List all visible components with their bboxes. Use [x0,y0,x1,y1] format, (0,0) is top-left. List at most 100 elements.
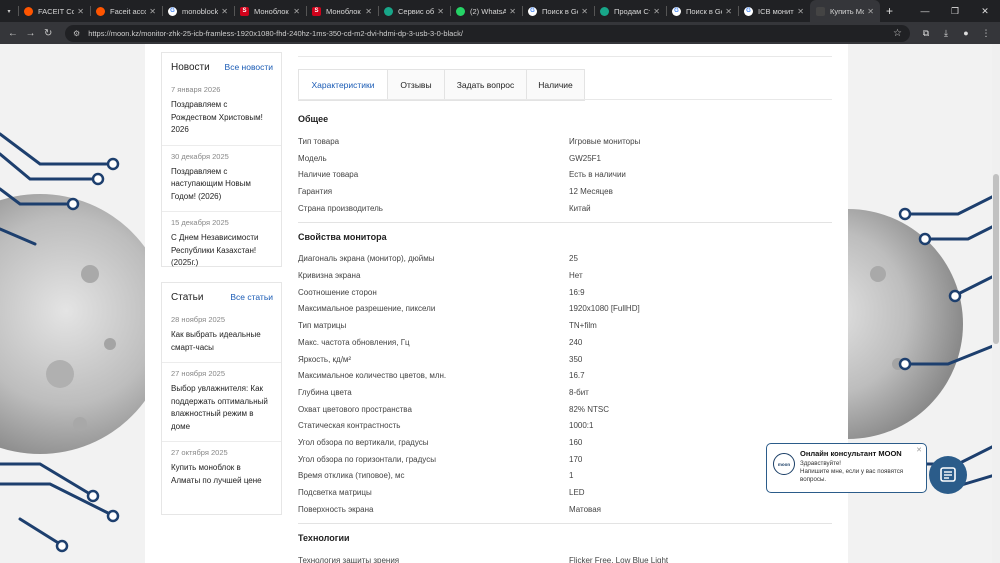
spec-value: 82% NTSC [569,404,610,414]
forward-icon[interactable]: → [22,24,40,42]
news-block: Новости Все новости 7 января 2026 Поздрав… [161,52,282,267]
close-icon[interactable]: ✕ [653,7,660,16]
spec-name: Охват цветового пространства [298,404,412,414]
item-link[interactable]: Выбор увлажнителя: Как поддержать оптима… [171,383,272,433]
spec-value: Нет [569,271,583,281]
close-icon[interactable]: ✕ [725,7,732,16]
news-item[interactable]: 15 декабря 2025 С Днем Независимости Респ… [162,211,281,278]
product-tabs: Характеристики Отзывы Задать вопрос Наличие [298,69,585,101]
site-info-icon[interactable]: ⚙ [73,29,80,38]
reload-icon[interactable]: ↻ [39,24,57,42]
chat-open-button[interactable] [929,456,967,494]
new-tab-button[interactable]: + [886,4,893,18]
profile-icon[interactable]: ● [956,24,976,42]
spec-value: 1 [569,471,574,481]
tab-ask[interactable]: Задать вопрос [444,70,526,100]
spec-name: Статическая контрастность [298,421,401,431]
url-text: https://moon.kz/monitor-zhk-25-icb-framl… [88,28,463,38]
close-icon[interactable]: ✕ [581,7,588,16]
back-icon[interactable]: ← [4,24,22,42]
close-icon[interactable]: ✕ [509,7,516,16]
spec-row: Модель GW25F1 [298,150,832,167]
spec-row: Наличие товара Есть в наличии [298,166,832,183]
google-icon: G [168,6,177,16]
browser-tab-title: Faceit accou [110,6,147,16]
menu-icon[interactable]: ⋮ [976,24,996,42]
tab-availability[interactable]: Наличие [526,70,584,100]
tab-specs[interactable]: Характеристики [299,70,387,100]
address-bar[interactable]: ⚙ https://moon.kz/monitor-zhk-25-icb-fra… [65,24,910,42]
browser-tab[interactable]: G Поиск в Go ✕ [522,0,594,22]
browser-tab[interactable]: Faceit accou✕ [90,0,162,22]
tab-reviews[interactable]: Отзывы [387,70,444,100]
all-articles-link[interactable]: Все статьи [230,292,273,302]
item-link[interactable]: Поздравляем с Рождеством Христовым! 2026 [171,99,272,137]
spec-value: GW25F1 [569,153,602,163]
moon-icon [816,6,825,16]
spec-row: Соотношение сторон 16:9 [298,284,832,301]
article-item[interactable]: 28 ноября 2025 Как выбрать идеальные смар… [162,309,281,362]
spec-name: Гарантия [298,186,333,196]
minimize-icon[interactable]: — [910,0,940,22]
extensions-icon[interactable]: ⧉ [916,24,936,42]
divider [298,522,832,524]
browser-tab[interactable]: G Поиск в Go ✕ [666,0,738,22]
item-date: 27 ноября 2025 [171,369,226,378]
spec-value: 160 [569,438,583,448]
spec-name: Угол обзора по горизонтали, градусы [298,454,436,464]
browser-tab[interactable]: Сервис объ✕ [378,0,450,22]
restore-icon[interactable]: ❐ [940,0,970,22]
all-news-link[interactable]: Все новости [225,62,273,72]
spec-name: Наличие товара [298,170,359,180]
spec-name: Модель [298,153,327,163]
browser-tab[interactable]: ▾ [0,0,18,22]
news-item[interactable]: 7 января 2026 Поздравляем с Рождеством Хр… [162,79,281,145]
close-window-icon[interactable]: ✕ [970,0,1000,22]
close-icon[interactable]: ✕ [797,7,804,16]
divider [298,56,832,57]
spec-row: Угол обзора по вертикали, градусы 160 [298,434,832,451]
item-link[interactable]: Как выбрать идеальные смарт-часы [171,329,272,354]
browser-tab[interactable]: G ICB монитор✕ [738,0,810,22]
item-link[interactable]: Поздравляем с наступающим Новым Годом! (… [171,166,272,204]
close-icon[interactable]: ✕ [437,7,444,16]
article-item[interactable]: 27 ноября 2025 Выбор увлажнителя: Как под… [162,362,281,441]
faceit-icon [24,6,33,16]
page-scrollbar[interactable] [992,44,1000,563]
close-icon[interactable]: ✕ [293,7,300,16]
browser-tab[interactable]: Gmonoblock ✕ [162,0,234,22]
article-item[interactable]: 27 октября 2025 Купить моноблок в Алматы … [162,441,281,495]
browser-tab[interactable]: FACEIT Conv✕ [18,0,90,22]
news-item[interactable]: 30 декабря 2025 Поздравляем с наступающим… [162,144,281,212]
spec-row: Яркость, кд/м² 350 [298,351,832,368]
chat-popup[interactable]: moon Онлайн консультант MOON Здравствуйт… [766,443,927,493]
articles-block: Статьи Все статьи 28 ноября 2025 Как выбр… [161,282,282,515]
faceit-icon [96,6,105,16]
close-icon[interactable]: ✕ [365,7,372,16]
moon-circuit-decoration [0,44,150,563]
browser-tab-title: (2) WhatsAp [470,6,507,16]
spec-row: Поверхность экрана Матовая [298,501,832,518]
close-icon[interactable]: ✕ [77,7,84,16]
close-icon[interactable]: ✕ [867,7,874,16]
spec-value: Есть в наличии [569,170,626,180]
browser-tab[interactable]: Продам Ст ✕ [594,0,666,22]
chat-greeting: Здравствуйте! [800,460,842,467]
item-link[interactable]: Купить моноблок в Алматы по лучшей цене [171,462,272,487]
news-title: Новости [171,62,210,73]
browser-tab[interactable]: S Моноблок ✕ [306,0,378,22]
spec-name: Поверхность экрана [298,504,374,514]
spec-name: Диагональ экрана (монитор), дюймы [298,254,435,264]
close-icon[interactable]: ✕ [916,446,922,454]
scrollbar-thumb[interactable] [993,174,999,344]
item-link[interactable]: С Днем Независимости Республики Казахста… [171,232,272,270]
browser-tab[interactable]: (2) WhatsAp✕ [450,0,522,22]
bookmark-star-icon[interactable]: ☆ [893,28,902,39]
divider [298,221,832,223]
item-date: 27 октября 2025 [171,448,228,457]
browser-tab[interactable]: S Моноблок ✕ [234,0,306,22]
close-icon[interactable]: ✕ [221,7,228,16]
close-icon[interactable]: ✕ [149,7,156,16]
download-icon[interactable]: ⤓ [936,24,956,42]
browser-tab[interactable]: Купить Мо ✕ [810,0,880,22]
